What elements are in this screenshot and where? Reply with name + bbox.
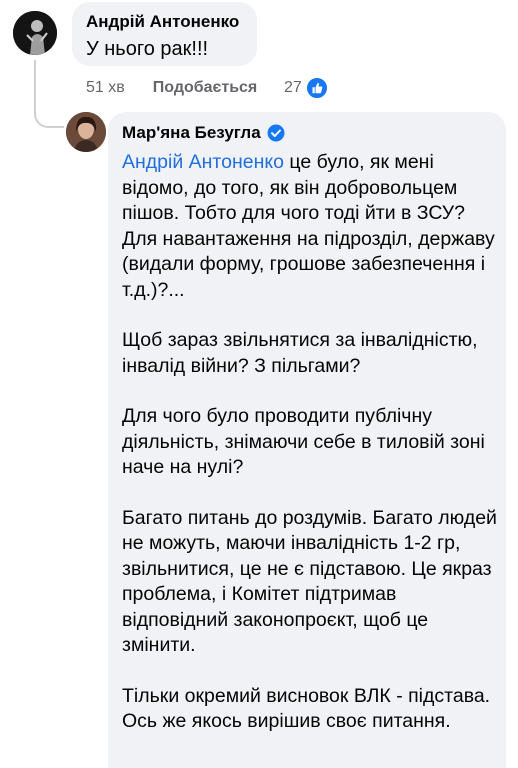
comment-text: У нього рак!!! (86, 38, 209, 60)
thumbs-up-icon (304, 76, 329, 100)
reaction-count: 27 (284, 79, 302, 96)
avatar-photo-icon (66, 112, 106, 152)
comment-bubble: Андрій Антоненко У нього рак!!! (72, 2, 257, 66)
reply-paragraph: Багато питань до роздумів. Багато людей … (122, 506, 497, 657)
verified-badge-icon (267, 124, 285, 142)
like-button[interactable]: Подобається (153, 79, 258, 97)
mention-link[interactable]: Андрій Антоненко (122, 151, 284, 173)
comment-meta: 51 хв Подобається (86, 76, 257, 100)
reply-paragraph: Андрій Антоненко це було, як мені відомо… (122, 150, 497, 303)
comment-timestamp[interactable]: 51 хв (86, 79, 125, 97)
reply-author-name[interactable]: Мар'яна Безугла (122, 122, 261, 144)
reply-bubble: Мар'яна Безугла Андрій Антоненко це було… (108, 112, 506, 768)
reaction-summary[interactable]: 27 (284, 76, 329, 100)
reply-author-avatar[interactable] (66, 112, 106, 152)
commenter-avatar[interactable] (13, 11, 57, 55)
reply-text: Андрій Антоненко це було, як мені відомо… (122, 150, 497, 735)
comment-author-name[interactable]: Андрій Антоненко (86, 11, 243, 33)
avatar-photo-icon (13, 11, 57, 55)
thread-connector (34, 60, 64, 128)
reply-paragraph: Тільки окремий висновок ВЛК - підстава. … (122, 684, 491, 733)
reply-paragraph: Щоб зараз звільнятися за інвалідністю, і… (122, 329, 478, 377)
reply-paragraph-text: це було, як мені відомо, до того, як він… (122, 151, 495, 301)
reply-header: Мар'яна Безугла (122, 122, 492, 144)
reply-paragraph: Для чого було проводити публічну діяльні… (122, 405, 485, 478)
